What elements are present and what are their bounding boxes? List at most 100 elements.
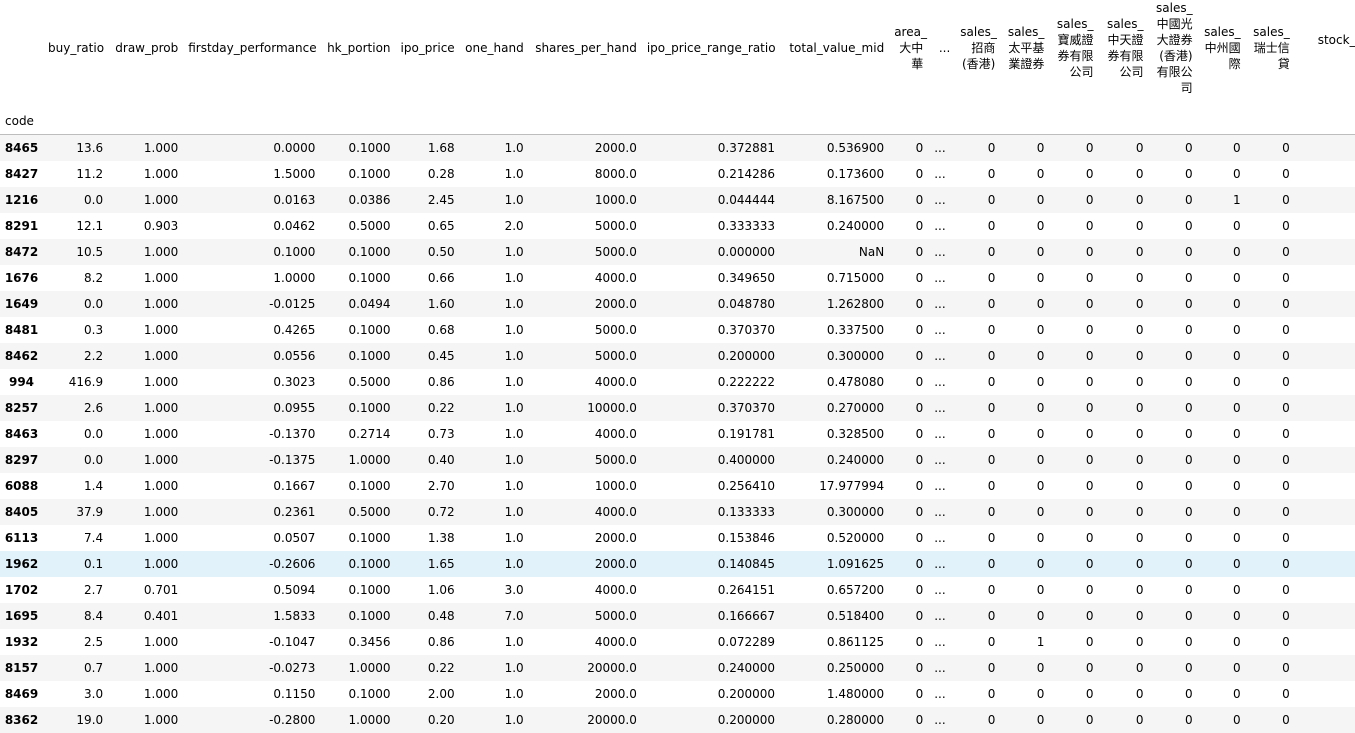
table-cell: 0.3456 bbox=[320, 629, 395, 655]
table-cell: 0 bbox=[889, 291, 928, 317]
table-cell: 1000.0 bbox=[529, 473, 642, 499]
row-index-cell: 1962 bbox=[0, 551, 43, 577]
table-row[interactable]: 19322.51.000-0.10470.34560.861.04000.00.… bbox=[0, 629, 1355, 655]
table-cell bbox=[1295, 291, 1355, 317]
table-cell bbox=[1295, 577, 1355, 603]
table-cell: 0 bbox=[1198, 629, 1246, 655]
table-cell bbox=[1295, 655, 1355, 681]
table-cell: 0 bbox=[1198, 551, 1246, 577]
table-cell: 0.0462 bbox=[183, 213, 320, 239]
table-row[interactable]: 19620.11.000-0.26060.10001.651.02000.00.… bbox=[0, 551, 1355, 577]
table-cell bbox=[1295, 499, 1355, 525]
table-cell: 0 bbox=[1098, 473, 1148, 499]
ellipsis-cell: ... bbox=[928, 499, 955, 525]
table-row[interactable]: 84693.01.0000.11500.10002.001.02000.00.2… bbox=[0, 681, 1355, 707]
table-row[interactable]: 16490.01.000-0.01250.04941.601.02000.00.… bbox=[0, 291, 1355, 317]
table-cell: 0.1000 bbox=[320, 681, 395, 707]
table-cell: 10.5 bbox=[43, 239, 108, 265]
table-row[interactable]: 61137.41.0000.05070.10001.381.02000.00.1… bbox=[0, 525, 1355, 551]
table-row[interactable]: 82572.61.0000.09550.10000.221.010000.00.… bbox=[0, 395, 1355, 421]
table-cell: 1.4 bbox=[43, 473, 108, 499]
table-cell: 0 bbox=[889, 525, 928, 551]
table-cell: 0.401 bbox=[108, 603, 183, 629]
table-cell: 2.2 bbox=[43, 343, 108, 369]
table-row[interactable]: 16958.40.4011.58330.10000.487.05000.00.1… bbox=[0, 603, 1355, 629]
table-cell: 0 bbox=[1149, 603, 1198, 629]
table-cell: 0 bbox=[1000, 187, 1049, 213]
table-cell: 0 bbox=[1000, 369, 1049, 395]
table-cell: 0 bbox=[1098, 291, 1148, 317]
table-cell: 0.86 bbox=[396, 629, 460, 655]
table-row[interactable]: 847210.51.0000.10000.10000.501.05000.00.… bbox=[0, 239, 1355, 265]
table-row[interactable]: 846513.61.0000.00000.10001.681.02000.00.… bbox=[0, 135, 1355, 162]
table-row[interactable]: 842711.21.0001.50000.10000.281.08000.00.… bbox=[0, 161, 1355, 187]
table-cell: 0 bbox=[1149, 343, 1198, 369]
table-cell: 5000.0 bbox=[529, 239, 642, 265]
table-cell: 0 bbox=[955, 369, 1000, 395]
table-row[interactable]: 12160.01.0000.01630.03862.451.01000.00.0… bbox=[0, 187, 1355, 213]
table-cell: 0 bbox=[1149, 369, 1198, 395]
table-cell: 0 bbox=[1098, 447, 1148, 473]
table-cell: 2.00 bbox=[396, 681, 460, 707]
table-cell: 1.000 bbox=[108, 135, 183, 162]
ellipsis-cell: ... bbox=[928, 447, 955, 473]
table-row[interactable]: 840537.91.0000.23610.50000.721.04000.00.… bbox=[0, 499, 1355, 525]
table-row[interactable]: 836219.01.000-0.28001.00000.201.020000.0… bbox=[0, 707, 1355, 733]
table-row[interactable]: 82970.01.000-0.13751.00000.401.05000.00.… bbox=[0, 447, 1355, 473]
table-cell: 0.520000 bbox=[780, 525, 889, 551]
row-index-cell: 1216 bbox=[0, 187, 43, 213]
table-cell: 0 bbox=[1149, 291, 1198, 317]
table-cell: 0 bbox=[1246, 603, 1295, 629]
table-cell: 1.0 bbox=[460, 473, 529, 499]
table-row[interactable]: 84622.21.0000.05560.10000.451.05000.00.2… bbox=[0, 343, 1355, 369]
table-cell: 0 bbox=[1198, 395, 1246, 421]
table-cell: 0.1000 bbox=[320, 239, 395, 265]
table-cell: 2.0 bbox=[460, 213, 529, 239]
table-cell: 0.2714 bbox=[320, 421, 395, 447]
table-row[interactable]: 994416.91.0000.30230.50000.861.04000.00.… bbox=[0, 369, 1355, 395]
table-row[interactable]: 829112.10.9030.04620.50000.652.05000.00.… bbox=[0, 213, 1355, 239]
table-cell: 0 bbox=[1098, 655, 1148, 681]
table-cell: 0 bbox=[889, 395, 928, 421]
table-cell: 1.000 bbox=[108, 447, 183, 473]
index-name-spacer bbox=[396, 96, 460, 135]
table-cell: 0 bbox=[1098, 239, 1148, 265]
table-cell: 0 bbox=[1149, 213, 1198, 239]
table-cell: 1 bbox=[1198, 187, 1246, 213]
index-name-spacer bbox=[43, 96, 108, 135]
table-row[interactable]: 81570.71.000-0.02731.00000.221.020000.00… bbox=[0, 655, 1355, 681]
table-cell: 1.0 bbox=[460, 239, 529, 265]
ellipsis-cell: ... bbox=[928, 473, 955, 499]
table-cell: 0 bbox=[1198, 369, 1246, 395]
table-cell: 0 bbox=[1198, 317, 1246, 343]
table-cell bbox=[1295, 707, 1355, 733]
table-cell: 0 bbox=[955, 655, 1000, 681]
table-cell: 0.0955 bbox=[183, 395, 320, 421]
table-row[interactable]: 84630.01.000-0.13700.27140.731.04000.00.… bbox=[0, 421, 1355, 447]
ellipsis-cell: ... bbox=[928, 161, 955, 187]
table-cell: 0 bbox=[955, 525, 1000, 551]
table-row[interactable]: 16768.21.0001.00000.10000.661.04000.00.3… bbox=[0, 265, 1355, 291]
table-cell: 0 bbox=[1098, 343, 1148, 369]
table-cell: 0 bbox=[1149, 473, 1198, 499]
table-cell: 0.28 bbox=[396, 161, 460, 187]
table-cell: 0.1 bbox=[43, 551, 108, 577]
table-cell: 0.1000 bbox=[320, 317, 395, 343]
table-cell: 0 bbox=[1000, 473, 1049, 499]
table-cell: 0 bbox=[1198, 343, 1246, 369]
table-cell: 0 bbox=[1246, 473, 1295, 499]
table-cell: 0 bbox=[955, 213, 1000, 239]
table-cell: 1.0 bbox=[460, 447, 529, 473]
table-row[interactable]: 60881.41.0000.16670.10002.701.01000.00.2… bbox=[0, 473, 1355, 499]
table-cell bbox=[1295, 343, 1355, 369]
table-cell: 0 bbox=[1198, 603, 1246, 629]
table-row[interactable]: 17022.70.7010.50940.10001.063.04000.00.2… bbox=[0, 577, 1355, 603]
table-cell: 0 bbox=[955, 265, 1000, 291]
table-row[interactable]: 84810.31.0000.42650.10000.681.05000.00.3… bbox=[0, 317, 1355, 343]
table-cell: 0 bbox=[955, 577, 1000, 603]
table-cell: 1.000 bbox=[108, 421, 183, 447]
table-cell: 8000.0 bbox=[529, 161, 642, 187]
table-cell: 0.701 bbox=[108, 577, 183, 603]
table-cell: 0 bbox=[1049, 369, 1098, 395]
table-cell: 0 bbox=[889, 603, 928, 629]
